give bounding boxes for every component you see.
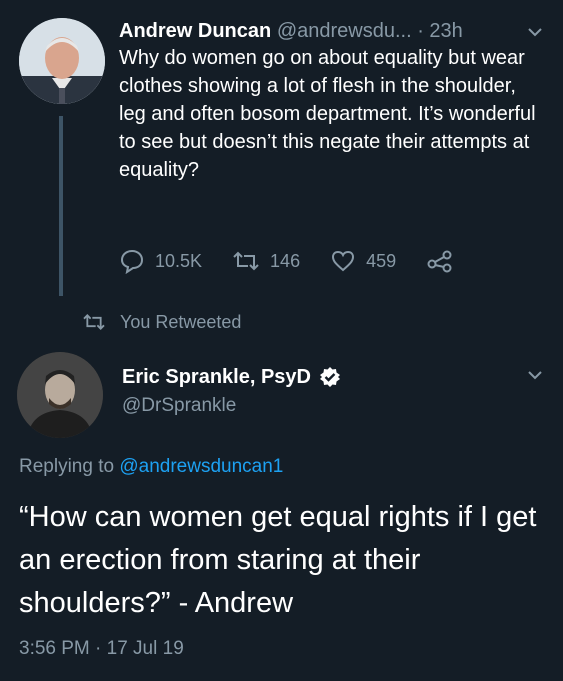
avatar-eric-sprankle[interactable] <box>17 352 103 438</box>
author-name[interactable]: Eric Sprankle, PsyD <box>122 362 341 392</box>
replying-to-label: Replying to <box>19 456 115 477</box>
verified-badge-icon <box>319 367 340 387</box>
replying-to: Replying to @andrewsduncan1 <box>19 456 283 478</box>
author-handle[interactable]: @andrewsdu... <box>277 20 412 42</box>
share-button[interactable] <box>426 249 464 273</box>
author-name-text: Eric Sprankle, PsyD <box>122 365 311 388</box>
reply-button[interactable]: 10.5K <box>119 248 202 274</box>
avatar-andrew-duncan[interactable] <box>19 18 105 104</box>
tweet1-text: Why do women go on about equality but we… <box>119 47 536 181</box>
tweet2-text: “How can women get equal rights if I get… <box>19 501 537 619</box>
retweet-icon <box>83 314 105 330</box>
thread-line <box>59 116 63 296</box>
reply-count: 10.5K <box>155 250 203 271</box>
tweet1-actions: 10.5K 146 459 <box>119 246 539 276</box>
reply-to-handle-link[interactable]: @andrewsduncan1 <box>119 456 283 477</box>
retweet-icon <box>233 251 259 271</box>
chevron-down-icon[interactable] <box>526 25 544 39</box>
reply-icon <box>120 249 144 274</box>
retweet-indicator: You Retweeted <box>82 307 241 337</box>
tweet-timestamp[interactable]: 3:56 PM · 17 Jul 19 <box>19 638 184 660</box>
retweet-indicator-label: You Retweeted <box>120 311 242 332</box>
like-button[interactable]: 459 <box>330 249 396 273</box>
retweet-button[interactable]: 146 <box>232 249 300 273</box>
tweet-time[interactable]: · 23h <box>417 20 463 42</box>
author-name[interactable]: Andrew Duncan <box>119 20 271 42</box>
like-count: 459 <box>366 250 397 271</box>
share-icon <box>427 250 452 273</box>
author-handle[interactable]: @DrSprankle <box>122 395 236 417</box>
retweet-count: 146 <box>270 250 301 271</box>
chevron-down-icon[interactable] <box>526 368 544 387</box>
heart-icon <box>332 250 355 272</box>
